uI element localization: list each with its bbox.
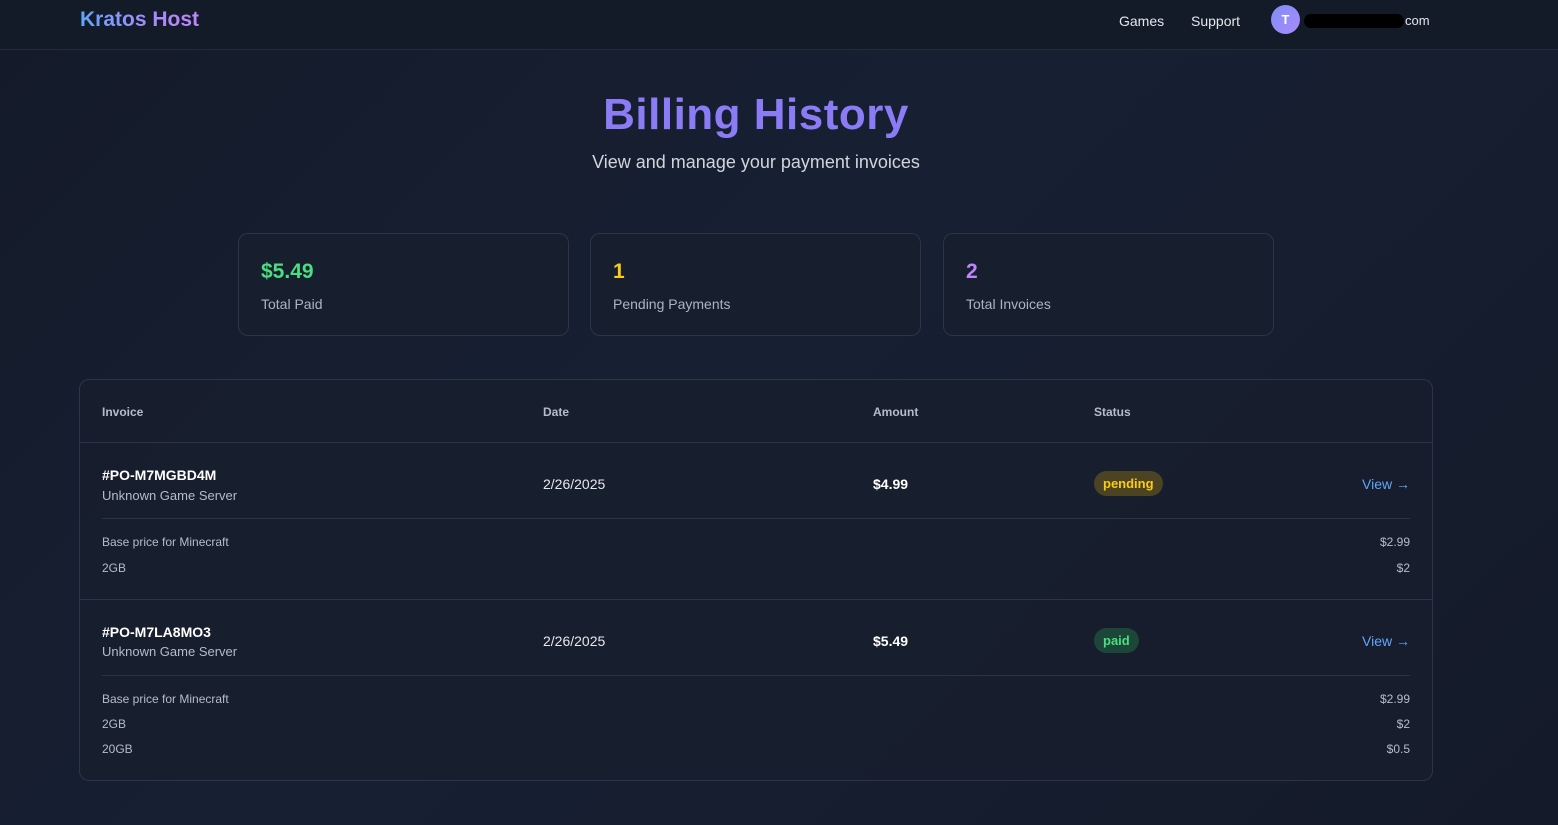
invoice-row: #PO-M7MGBD4M Unknown Game Server 2/26/20…	[80, 443, 1432, 599]
user-email[interactable]: com	[1405, 13, 1430, 28]
status-badge-paid: paid	[1094, 628, 1139, 653]
invoice-server-name: Unknown Game Server	[102, 488, 238, 503]
stat-label: Total Paid	[261, 296, 323, 312]
invoice-amount: $4.99	[873, 476, 909, 492]
row-inner-divider	[102, 675, 1410, 676]
line-item-price: $2	[1396, 717, 1410, 731]
line-item-price: $2.99	[1379, 535, 1410, 549]
line-item-label: 2GB	[102, 717, 127, 731]
column-header-amount: Amount	[873, 405, 919, 419]
stat-value: $5.49	[261, 260, 314, 283]
stat-card-total-paid: $5.49 Total Paid	[238, 233, 569, 336]
column-header-status: Status	[1094, 405, 1131, 419]
page-subtitle: View and manage your payment invoices	[592, 152, 920, 172]
line-item-label: Base price for Minecraft	[102, 535, 229, 549]
line-item-price: $0.5	[1386, 742, 1410, 756]
invoice-id: #PO-M7MGBD4M	[102, 467, 217, 483]
stat-label: Pending Payments	[613, 296, 731, 312]
column-header-invoice: Invoice	[102, 405, 144, 419]
invoice-table: Invoice Date Amount Status #PO-M7MGBD4M …	[79, 379, 1433, 781]
nav-link-games[interactable]: Games	[1119, 13, 1164, 29]
stat-card-pending-payments: 1 Pending Payments	[590, 233, 921, 336]
invoice-row: #PO-M7LA8MO3 Unknown Game Server 2/26/20…	[80, 600, 1432, 780]
stat-card-total-invoices: 2 Total Invoices	[943, 233, 1274, 336]
brand-logo-link[interactable]: Kratos Host	[80, 8, 199, 32]
invoice-server-name: Unknown Game Server	[102, 644, 238, 659]
invoice-amount: $5.49	[873, 633, 909, 649]
row-inner-divider	[102, 518, 1410, 519]
line-item-label: 20GB	[102, 742, 133, 756]
user-avatar[interactable]: T	[1271, 5, 1300, 34]
view-invoice-link[interactable]: View →	[1362, 633, 1410, 649]
stat-value: 1	[613, 260, 625, 283]
invoice-id: #PO-M7LA8MO3	[102, 624, 211, 640]
nav-link-support[interactable]: Support	[1191, 13, 1240, 29]
line-item-label: Base price for Minecraft	[102, 692, 229, 706]
invoice-date: 2/26/2025	[543, 476, 606, 492]
status-badge-pending: pending	[1094, 471, 1163, 496]
line-item-price: $2.99	[1379, 692, 1410, 706]
line-item-label: 2GB	[102, 561, 127, 575]
stat-label: Total Invoices	[966, 296, 1051, 312]
view-invoice-link[interactable]: View →	[1362, 476, 1410, 492]
column-header-date: Date	[543, 405, 570, 419]
top-navbar: Kratos Host Games Support T com	[0, 0, 1558, 50]
invoice-date: 2/26/2025	[543, 633, 606, 649]
email-redaction-mark	[1304, 14, 1404, 28]
line-item-price: $2	[1396, 561, 1410, 575]
stat-value: 2	[966, 260, 978, 283]
page-title: Billing History	[603, 90, 909, 139]
